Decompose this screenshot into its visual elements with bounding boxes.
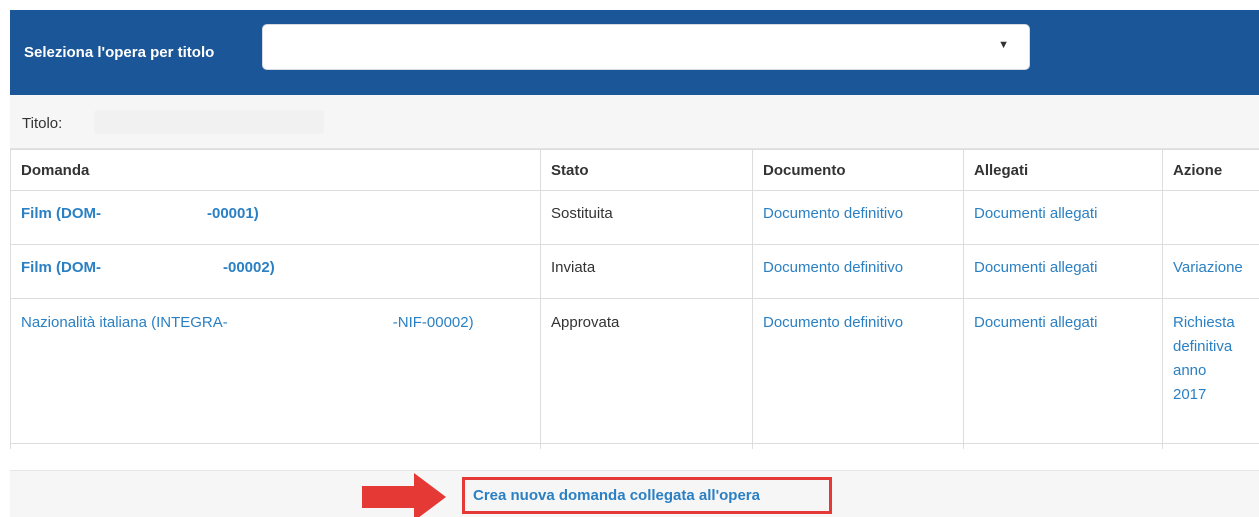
domanda-cell: Nazionalità italiana (INTEGRA- -NIF-00002… [10, 298, 541, 444]
table-row [10, 443, 1259, 449]
stato-cell: Approvata [540, 298, 753, 444]
richiesta-definitiva-link[interactable]: Richiesta definitiva anno 2017 [1173, 314, 1235, 403]
table-row: Film (DOM- -00001) Sostituita Documento d… [10, 190, 1259, 245]
table-row: Nazionalità italiana (INTEGRA- -NIF-00002… [10, 298, 1259, 444]
azione-cell: Richiesta definitiva anno 2017 [1162, 298, 1259, 444]
column-header-stato: Stato [540, 149, 753, 191]
domanda-link[interactable]: Nazionalità italiana (INTEGRA- -NIF-00002… [21, 314, 474, 331]
opera-selector-bar: Seleziona l'opera per titolo ▼ [10, 10, 1259, 95]
allegati-cell: Documenti allegati [963, 190, 1163, 245]
column-header-allegati: Allegati [963, 149, 1163, 191]
column-header-domanda: Domanda [10, 149, 541, 191]
domanda-cell: Film (DOM- -00001) [10, 190, 541, 245]
select-opera-label: Seleziona l'opera per titolo [24, 44, 215, 61]
allegati-cell: Documenti allegati [963, 244, 1163, 299]
applications-table-container: Domanda Stato Documento Allegati Azione … [10, 149, 1259, 449]
variazione-link[interactable]: Variazione [1173, 259, 1243, 276]
stato-cell: Sostituita [540, 190, 753, 245]
documento-definitivo-link[interactable]: Documento definitivo [763, 314, 903, 331]
documenti-allegati-link[interactable]: Documenti allegati [974, 205, 1097, 222]
opera-title-select[interactable]: ▼ [262, 24, 1030, 70]
title-label: Titolo: [22, 115, 63, 132]
red-arrow-right-icon [362, 473, 446, 517]
documento-cell: Documento definitivo [752, 298, 964, 444]
documenti-allegati-link[interactable]: Documenti allegati [974, 314, 1097, 331]
title-value-redacted [94, 110, 324, 134]
domanda-link[interactable]: Film (DOM- -00002) [21, 259, 275, 276]
azione-cell [1162, 190, 1259, 245]
domanda-cell: Film (DOM- -00002) [10, 244, 541, 299]
azione-cell: Variazione [1162, 244, 1259, 299]
column-header-azione: Azione [1162, 149, 1259, 191]
table-footer: Crea nuova domanda collegata all'opera [10, 470, 1259, 517]
title-row: Titolo: [10, 95, 1259, 149]
create-link-highlight: Crea nuova domanda collegata all'opera [462, 477, 832, 514]
documento-definitivo-link[interactable]: Documento definitivo [763, 259, 903, 276]
table-row: Film (DOM- -00002) Inviata Documento defi… [10, 244, 1259, 299]
documento-definitivo-link[interactable]: Documento definitivo [763, 205, 903, 222]
stato-cell: Inviata [540, 244, 753, 299]
documento-cell: Documento definitivo [752, 244, 964, 299]
domanda-link[interactable]: Film (DOM- -00001) [21, 205, 259, 222]
create-new-application-link[interactable]: Crea nuova domanda collegata all'opera [473, 487, 760, 504]
allegati-cell: Documenti allegati [963, 298, 1163, 444]
column-header-documento: Documento [752, 149, 964, 191]
table-header-row: Domanda Stato Documento Allegati Azione [10, 149, 1259, 191]
applications-table: Domanda Stato Documento Allegati Azione … [10, 149, 1259, 449]
dropdown-arrow-icon[interactable]: ▼ [998, 39, 1009, 51]
documento-cell: Documento definitivo [752, 190, 964, 245]
documenti-allegati-link[interactable]: Documenti allegati [974, 259, 1097, 276]
